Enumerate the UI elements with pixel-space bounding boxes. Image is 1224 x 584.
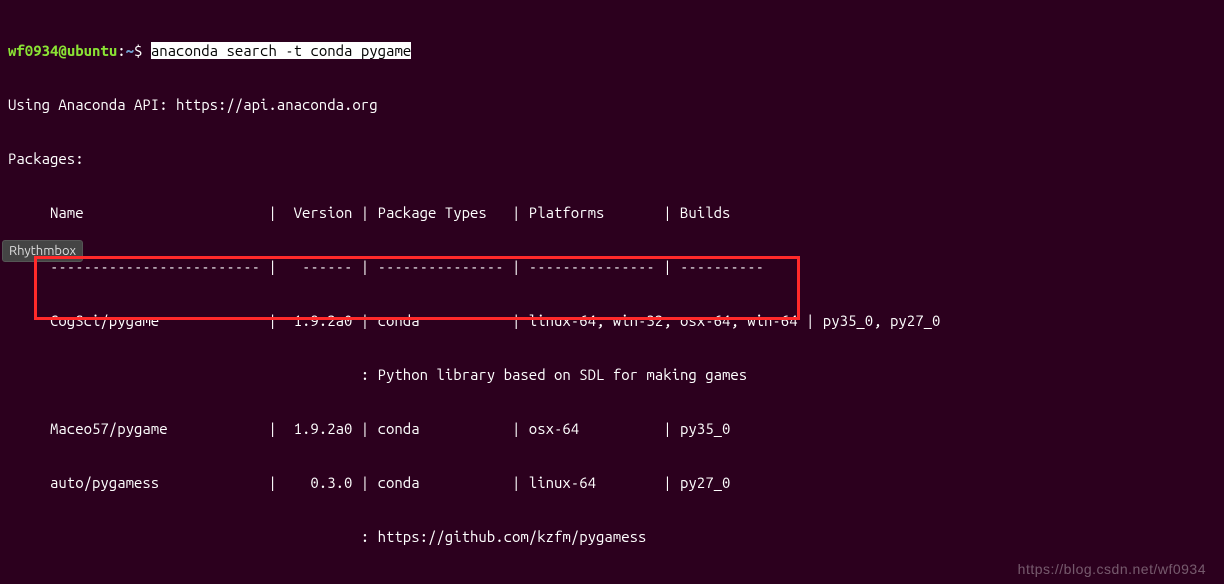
prompt-colon: : xyxy=(117,42,125,59)
watermark-text: https://blog.csdn.net/wf0934 xyxy=(1018,560,1206,578)
table-row: Maceo57/pygame | 1.9.2a0 | conda | osx-6… xyxy=(8,420,1216,438)
prompt-user: wf0934 xyxy=(8,42,58,59)
command-text[interactable]: anaconda search -t conda pygame xyxy=(151,42,411,59)
os-tooltip: Rhythmbox xyxy=(2,240,83,262)
table-header: Name | Version | Package Types | Platfor… xyxy=(8,204,1216,222)
table-row: auto/pygamess | 0.3.0 | conda | linux-64… xyxy=(8,474,1216,492)
prompt-line[interactable]: wf0934@ubuntu:~$ anaconda search -t cond… xyxy=(8,42,1216,60)
table-row: : Python library based on SDL for making… xyxy=(8,366,1216,384)
prompt-host: ubuntu xyxy=(67,42,117,59)
prompt-sigil: $ xyxy=(134,42,151,59)
packages-label: Packages: xyxy=(8,150,1216,168)
api-line: Using Anaconda API: https://api.anaconda… xyxy=(8,96,1216,114)
table-row: : https://github.com/kzfm/pygamess xyxy=(8,528,1216,546)
terminal-window[interactable]: wf0934@ubuntu:~$ anaconda search -t cond… xyxy=(0,0,1224,584)
prompt-at: @ xyxy=(58,42,66,59)
table-separator: ------------------------- | ------ | ---… xyxy=(8,258,1216,276)
table-row: CogSci/pygame | 1.9.2a0 | conda | linux-… xyxy=(8,312,1216,330)
prompt-path: ~ xyxy=(126,42,134,59)
